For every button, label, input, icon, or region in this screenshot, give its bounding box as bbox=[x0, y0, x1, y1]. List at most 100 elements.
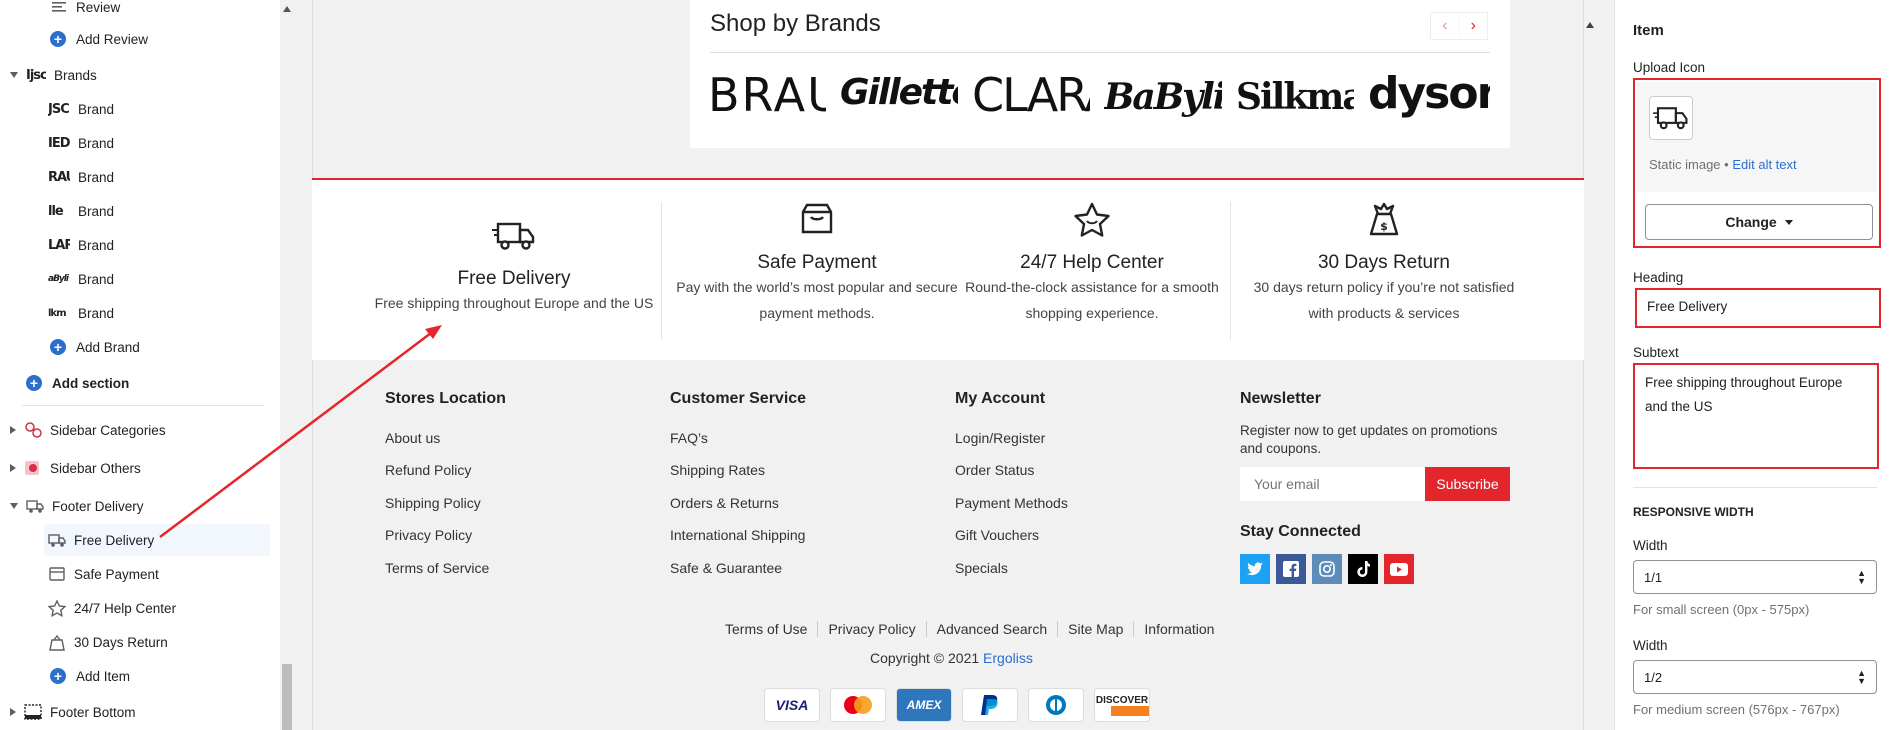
footer-link[interactable]: Payment Methods bbox=[955, 495, 1068, 511]
footer-heading: My Account bbox=[955, 390, 1046, 407]
feature-30-days-return[interactable]: $ 30 Days Return 30 days return policy i… bbox=[1234, 202, 1534, 326]
categories-icon bbox=[24, 421, 42, 439]
width-select-medium[interactable]: 1/2 ▲ ▼ bbox=[1633, 660, 1877, 694]
heading-label: Heading bbox=[1633, 270, 1684, 285]
add-brand-button[interactable]: + Add Brand bbox=[50, 332, 140, 362]
tiktok-icon[interactable] bbox=[1348, 554, 1378, 584]
amex-icon: AMEX bbox=[896, 688, 952, 722]
footer-bottom-link[interactable]: Advanced Search bbox=[927, 621, 1059, 637]
preview-scroll-up-icon[interactable] bbox=[1586, 22, 1594, 28]
feature-subtext: Pay with the world’s most popular and se… bbox=[676, 279, 958, 295]
feature-help-center[interactable]: 24/7 Help Center Round-the-clock assista… bbox=[960, 202, 1224, 326]
brand-logo-icon: RAU bbox=[48, 169, 70, 185]
feature-free-delivery[interactable]: Free Delivery Free shipping throughout E… bbox=[372, 220, 656, 316]
brand-logo-silkman[interactable]: Silkman bbox=[1236, 76, 1354, 128]
facebook-icon[interactable] bbox=[1276, 554, 1306, 584]
width-help: For medium screen (576px - 767px) bbox=[1633, 702, 1840, 717]
instagram-icon[interactable] bbox=[1312, 554, 1342, 584]
newsletter-email-input[interactable] bbox=[1240, 467, 1425, 501]
feature-subtext: shopping experience. bbox=[1025, 305, 1159, 321]
stay-connected-heading: Stay Connected bbox=[1240, 523, 1361, 540]
brand-link[interactable]: Ergoliss bbox=[983, 650, 1033, 666]
paypal-icon bbox=[962, 688, 1018, 722]
feature-subtext: 30 days return policy if you’re not sati… bbox=[1253, 279, 1515, 295]
plus-circle-icon: + bbox=[26, 375, 42, 391]
tree-item-help-center[interactable]: 24/7 Help Center bbox=[48, 593, 176, 623]
add-section-button[interactable]: + Add section bbox=[26, 368, 129, 398]
heading-input[interactable]: Free Delivery bbox=[1639, 292, 1877, 324]
brand-logo-gillette[interactable]: Gillette bbox=[840, 72, 958, 124]
newsletter-text: Register now to get updates on promotion… bbox=[1240, 423, 1498, 438]
tree-item-brand[interactable]: JSC Brand bbox=[48, 94, 114, 124]
carousel-prev-icon[interactable]: ‹ bbox=[1431, 13, 1460, 39]
uploaded-truck-icon[interactable] bbox=[1649, 96, 1693, 140]
chevron-down-icon bbox=[10, 72, 18, 78]
twitter-icon[interactable] bbox=[1240, 554, 1270, 584]
tree-section-sidebar-categories[interactable]: Sidebar Categories bbox=[10, 415, 166, 445]
width-select-small[interactable]: 1/1 ▲ ▼ bbox=[1633, 560, 1877, 594]
tree-item-brand[interactable]: LAR Brand bbox=[48, 230, 114, 260]
tree-item-brand[interactable]: RAU Brand bbox=[48, 162, 114, 192]
subtext-textarea[interactable]: Free shipping throughout Europe and the … bbox=[1637, 367, 1859, 465]
discover-icon: DISCOVER bbox=[1094, 688, 1150, 722]
brand-logo-icon: lkm bbox=[48, 307, 67, 319]
brands-section-icon: Ijsc bbox=[26, 67, 46, 83]
change-image-button[interactable]: Change bbox=[1645, 204, 1873, 240]
tree-item-review[interactable]: Review bbox=[50, 0, 120, 22]
footer-link[interactable]: Gift Vouchers bbox=[955, 527, 1039, 543]
subscribe-button[interactable]: Subscribe bbox=[1425, 467, 1510, 501]
carousel-next-icon[interactable]: › bbox=[1460, 13, 1488, 39]
youtube-icon[interactable] bbox=[1384, 554, 1414, 584]
tree-item-brand[interactable]: lle Brand bbox=[48, 196, 114, 226]
scrollbar-thumb[interactable] bbox=[282, 664, 292, 730]
shop-by-brands-section: Shop by Brands ‹ › BRAUN Gillette CLARA … bbox=[690, 0, 1510, 148]
tree-section-sidebar-others[interactable]: Sidebar Others bbox=[10, 453, 141, 483]
footer-link[interactable]: Terms of Service bbox=[385, 560, 489, 576]
tree-item-brand[interactable]: aByli Brand bbox=[48, 264, 114, 294]
scroll-up-arrow-icon[interactable] bbox=[283, 6, 291, 12]
annotation-arrow bbox=[159, 325, 442, 538]
tree-item-brand[interactable]: lkm Brand bbox=[48, 298, 114, 328]
footer-link[interactable]: Order Status bbox=[955, 462, 1034, 478]
discover-stripe bbox=[1095, 705, 1149, 716]
width-label: Width bbox=[1633, 538, 1668, 553]
feature-safe-payment[interactable]: Safe Payment Pay with the world’s most p… bbox=[667, 202, 967, 326]
truck-icon bbox=[26, 497, 44, 515]
footer-link[interactable]: Specials bbox=[955, 560, 1008, 576]
carousel-nav: ‹ › bbox=[1430, 12, 1488, 40]
footer-bottom-link[interactable]: Privacy Policy bbox=[818, 621, 927, 637]
add-review-button[interactable]: + Add Review bbox=[50, 24, 148, 54]
truck-icon bbox=[48, 531, 66, 549]
feature-title: Safe Payment bbox=[757, 252, 877, 273]
tree-section-footer-delivery[interactable]: Footer Delivery bbox=[10, 491, 144, 521]
footer-bottom-link[interactable]: Site Map bbox=[1058, 621, 1135, 637]
feature-title: 30 Days Return bbox=[1317, 252, 1450, 273]
footer-link[interactable]: Orders & Returns bbox=[670, 495, 779, 511]
brand-logo-clara[interactable]: CLARA bbox=[972, 68, 1090, 120]
add-item-button[interactable]: + Add Item bbox=[50, 661, 130, 691]
feature-subtext: Free shipping throughout Europe and the … bbox=[374, 295, 654, 311]
brand-logo-icon: IED bbox=[48, 135, 70, 151]
footer-link[interactable]: Shipping Rates bbox=[670, 462, 765, 478]
brand-logo-braun[interactable]: BRAUN bbox=[708, 68, 826, 120]
footer-link[interactable]: International Shipping bbox=[670, 527, 805, 543]
edit-alt-text-link[interactable]: Edit alt text bbox=[1732, 157, 1796, 172]
select-updown-icon: ▲ ▼ bbox=[1857, 668, 1866, 686]
footer-bottom-link[interactable]: Information bbox=[1134, 621, 1214, 637]
chevron-right-icon bbox=[10, 708, 16, 716]
select-updown-icon: ▲ ▼ bbox=[1857, 568, 1866, 586]
footer-layout-icon bbox=[24, 703, 42, 721]
tree-section-brands[interactable]: Ijsc Brands bbox=[10, 60, 97, 90]
footer-link[interactable]: Safe & Guarantee bbox=[670, 560, 782, 576]
brand-logo-dyson[interactable]: dyson bbox=[1368, 68, 1490, 120]
tree-item-safe-payment[interactable]: Safe Payment bbox=[48, 559, 159, 589]
feature-title: Free Delivery bbox=[457, 268, 571, 289]
tree-item-free-delivery[interactable]: Free Delivery bbox=[48, 525, 154, 555]
tree-item-brand[interactable]: IED Brand bbox=[48, 128, 114, 158]
tree-item-30-days-return[interactable]: 30 Days Return bbox=[48, 627, 168, 657]
footer-bottom-link[interactable]: Terms of Use bbox=[725, 621, 819, 637]
brand-logo-babyliss[interactable]: BaByliss bbox=[1104, 76, 1222, 128]
tree-section-footer-bottom[interactable]: Footer Bottom bbox=[10, 697, 136, 727]
footer-link[interactable]: Login/Register bbox=[955, 430, 1045, 446]
footer-link[interactable]: FAQ’s bbox=[670, 430, 708, 446]
